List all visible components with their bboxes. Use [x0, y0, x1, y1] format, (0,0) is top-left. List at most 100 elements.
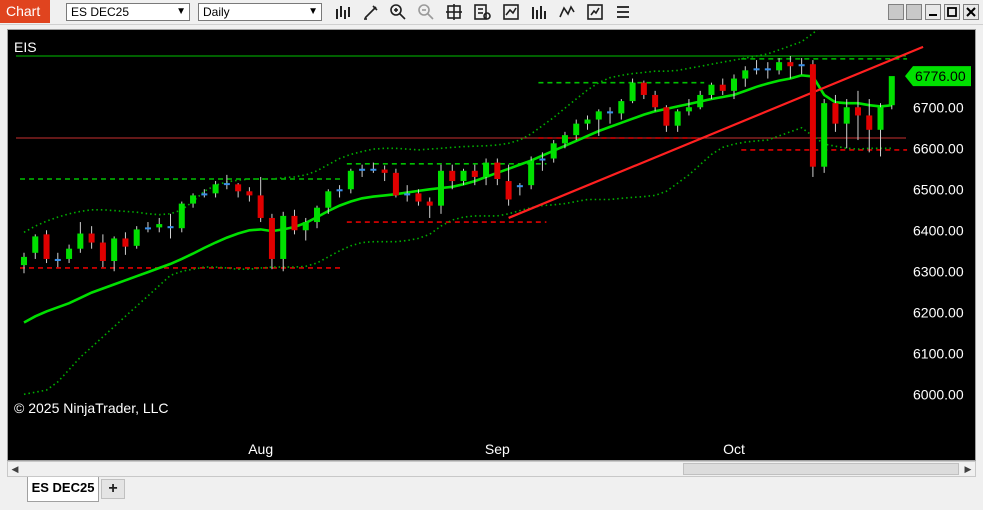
price-axis-label: 6600.00	[913, 140, 964, 156]
candle-body	[392, 172, 399, 196]
candle-body	[415, 193, 422, 202]
maximize-button[interactable]	[944, 4, 960, 20]
minimize-button[interactable]	[925, 4, 941, 20]
candle-body	[809, 64, 816, 167]
price-axis-label: 6000.00	[913, 386, 964, 402]
indicators-icon[interactable]	[530, 3, 548, 21]
candle-body	[235, 184, 242, 192]
window-option-button[interactable]	[888, 4, 904, 20]
candle-body	[471, 170, 478, 177]
candle-body	[832, 103, 839, 124]
candle-body	[156, 224, 163, 228]
candle-body	[561, 135, 568, 144]
candle-body	[539, 158, 546, 161]
candle-body	[336, 189, 343, 192]
candle-body	[708, 84, 715, 95]
window-link-button[interactable]	[906, 4, 922, 20]
close-icon	[966, 7, 976, 17]
candle-body	[753, 68, 760, 71]
candle-body	[21, 256, 27, 266]
minimize-icon	[929, 14, 937, 16]
price-axis-label: 6100.00	[913, 345, 964, 361]
scroll-right-icon[interactable]: ▶	[961, 462, 975, 476]
candle-body	[66, 248, 73, 259]
chevron-down-icon: ▼	[308, 6, 318, 17]
candle-body	[257, 195, 264, 218]
candle-body	[302, 222, 309, 231]
copyright-text: © 2025 NinjaTrader, LLC	[14, 400, 169, 416]
candle-body	[347, 170, 354, 190]
toolbar: Chart ES DEC25 ▼ Daily ▼	[0, 0, 983, 25]
candle-body	[426, 201, 433, 206]
candle-body	[584, 119, 591, 124]
price-axis-label: 6400.00	[913, 222, 964, 238]
price-axis-label: 6700.00	[913, 99, 964, 115]
bar-type-icon[interactable]	[334, 3, 352, 21]
candle-body	[43, 234, 50, 259]
candle-body	[246, 191, 253, 196]
candle-body	[516, 185, 523, 188]
time-axis-label: Sep	[485, 441, 510, 457]
candle-body	[787, 62, 794, 67]
candle-body	[460, 170, 467, 182]
time-axis-label: Aug	[248, 441, 273, 457]
candle-body	[325, 191, 332, 208]
tab-es-dec25[interactable]: ES DEC25	[27, 477, 99, 502]
time-axis-label: Oct	[723, 441, 745, 457]
candle-body	[843, 107, 850, 124]
price-chart[interactable]: 6000.00 6100.00 6200.00 6300.00 6400.00 6500.…	[8, 30, 975, 460]
scroll-left-icon[interactable]: ◀	[8, 462, 22, 476]
candle-body	[640, 82, 647, 95]
candle-body	[88, 233, 95, 243]
candle-body	[99, 242, 106, 261]
candle-body	[697, 94, 704, 108]
chart-panel[interactable]: 6000.00 6100.00 6200.00 6300.00 6400.00 6500.…	[7, 29, 976, 461]
horizontal-scrollbar[interactable]: ◀ ▶	[7, 461, 976, 477]
candle-body	[359, 168, 366, 171]
candle-body	[685, 107, 692, 112]
scrollbar-thumb[interactable]	[683, 463, 959, 475]
candle-body	[776, 62, 783, 71]
candle-body	[888, 76, 895, 106]
candle-body	[111, 238, 118, 261]
more-icon[interactable]	[614, 3, 632, 21]
candle-body	[167, 226, 174, 229]
candle-body	[528, 160, 535, 186]
interval-value: Daily	[203, 5, 230, 19]
candle-body	[178, 203, 185, 229]
candle-body	[821, 103, 828, 167]
candle-body	[381, 169, 388, 173]
templates-icon[interactable]	[558, 3, 576, 21]
candle-body	[190, 195, 197, 204]
candle-body	[291, 215, 298, 231]
crosshair-icon[interactable]	[445, 3, 463, 21]
close-button[interactable]	[963, 4, 979, 20]
candle-body	[32, 236, 39, 253]
candle-body	[212, 184, 219, 194]
instrument-selector[interactable]: ES DEC25 ▼	[66, 3, 190, 21]
tab-bar: ES DEC25 +	[0, 477, 983, 510]
window-title[interactable]: Chart	[0, 0, 50, 23]
add-tab-button[interactable]: +	[101, 479, 125, 499]
candle-body	[144, 227, 151, 230]
candle-body	[652, 94, 659, 108]
candle-body	[854, 107, 861, 116]
data-box-icon[interactable]	[473, 3, 491, 21]
candle-body	[719, 84, 726, 91]
draw-tool-icon[interactable]	[362, 3, 380, 21]
zoom-out-icon[interactable]	[417, 3, 435, 21]
candle-body	[595, 111, 602, 120]
candle-body	[494, 162, 501, 179]
candle-body	[449, 170, 456, 182]
strategies-icon[interactable]	[502, 3, 520, 21]
interval-selector[interactable]: Daily ▼	[198, 3, 322, 21]
upper-band-line	[23, 30, 818, 234]
chart-window: Chart ES DEC25 ▼ Daily ▼ 6000.00 6100.00…	[0, 0, 983, 510]
lower-band-line	[23, 126, 892, 396]
candle-body	[223, 183, 230, 186]
zoom-in-icon[interactable]	[389, 3, 407, 21]
candle-body	[437, 170, 444, 206]
candle-body	[54, 258, 61, 261]
properties-icon[interactable]	[586, 3, 604, 21]
candle-body	[77, 233, 84, 249]
